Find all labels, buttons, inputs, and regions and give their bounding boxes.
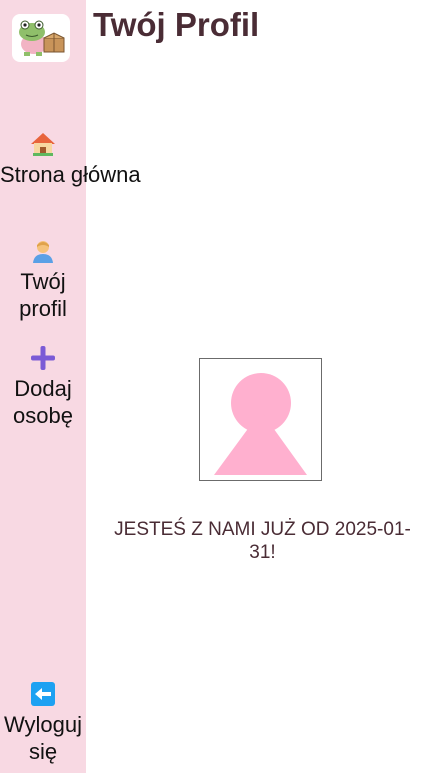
plus-icon <box>30 345 56 371</box>
nav-label-profile: Twój profil <box>19 269 67 321</box>
nav-item-add-person[interactable]: Dodaj osobę <box>0 345 86 429</box>
nav-label-home: Strona główna <box>0 162 141 187</box>
nav-label-add-person: Dodaj osobę <box>13 376 73 428</box>
default-avatar-icon <box>199 358 322 481</box>
nav-item-profile[interactable]: Twój profil <box>0 238 86 322</box>
sidebar: Strona główna Twój profil Dodaj osobę Wy… <box>0 0 141 773</box>
member-since-text: JESTEŚ Z NAMI JUŻ OD 2025-01-31! <box>114 519 411 563</box>
frog-logo-icon[interactable] <box>12 14 70 62</box>
person-icon <box>30 238 56 264</box>
page-title: Twój Profil <box>93 6 260 43</box>
logout-label: Wyloguj się <box>3 712 83 764</box>
nav-item-home[interactable]: Strona główna <box>0 131 141 188</box>
logout-button[interactable]: Wyloguj się <box>0 681 86 765</box>
left-arrow-icon <box>30 681 56 707</box>
house-icon <box>30 131 56 157</box>
